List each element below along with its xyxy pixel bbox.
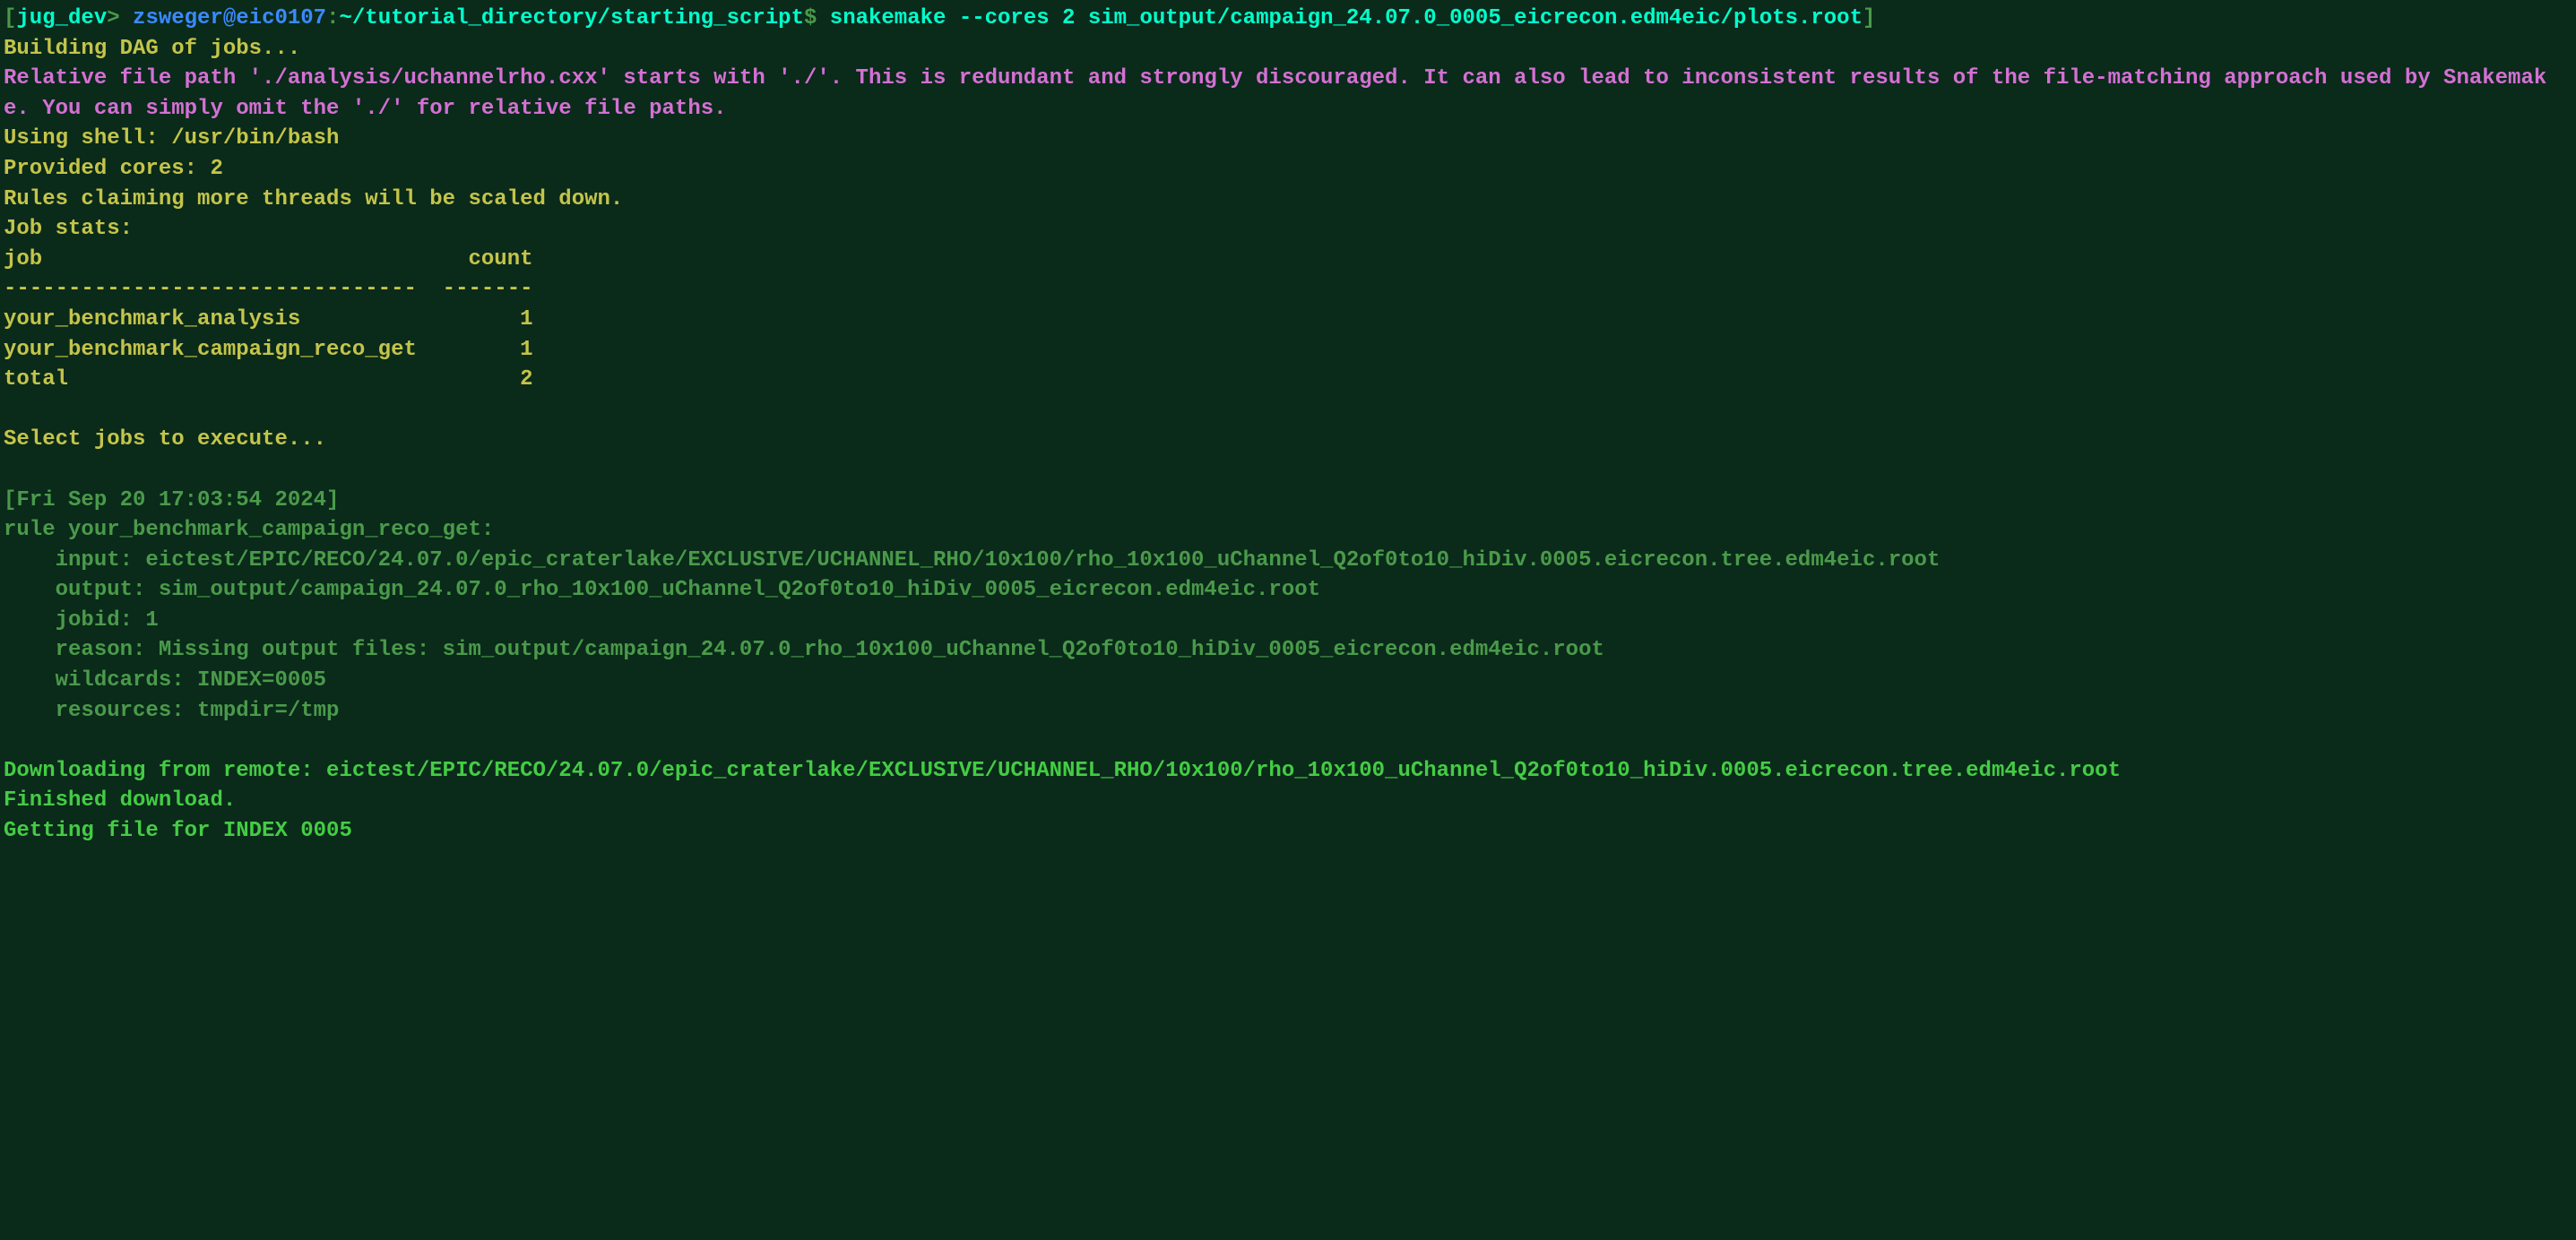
rule-reason: reason: Missing output files: sim_output… (4, 638, 1604, 662)
rule-line: rule your_benchmark_campaign_reco_get: (4, 518, 494, 542)
rule-wildcards: wildcards: INDEX=0005 (4, 668, 326, 693)
prompt-host: jug_dev (16, 6, 107, 30)
prompt-path: ~/tutorial_directory/starting_script (340, 6, 804, 30)
prompt-user-host: zsweger@eic0107 (133, 6, 326, 30)
table-row: your_benchmark_campaign_reco_get 1 (4, 338, 533, 362)
timestamp-line: [Fri Sep 20 17:03:54 2024] (4, 488, 339, 512)
rule-input: input: eictest/EPIC/RECO/24.07.0/epic_cr… (4, 548, 1940, 573)
output-line: Job stats: (4, 217, 133, 241)
prompt-bracket: [ (4, 6, 16, 30)
prompt-separator: > (107, 6, 133, 30)
command-input[interactable]: snakemake --cores 2 sim_output/campaign_… (830, 6, 1863, 30)
table-row: total 2 (4, 367, 533, 392)
prompt-dollar: $ (804, 6, 830, 30)
warning-line: Relative file path './analysis/uchannelr… (4, 66, 2546, 121)
table-header: job count (4, 247, 533, 271)
table-row: your_benchmark_analysis 1 (4, 307, 533, 332)
output-line: Select jobs to execute... (4, 427, 326, 452)
rule-output: output: sim_output/campaign_24.07.0_rho_… (4, 578, 1320, 602)
terminal-output: [jug_dev> zsweger@eic0107:~/tutorial_dir… (4, 4, 2572, 847)
table-divider: -------------------------------- ------- (4, 277, 533, 301)
download-line: Downloading from remote: eictest/EPIC/RE… (4, 759, 2121, 783)
output-line: Rules claiming more threads will be scal… (4, 187, 623, 211)
rule-resources: resources: tmpdir=/tmp (4, 699, 339, 723)
output-line: Building DAG of jobs... (4, 37, 300, 61)
download-finished: Finished download. (4, 788, 236, 813)
output-line: Provided cores: 2 (4, 157, 223, 181)
getting-file: Getting file for INDEX 0005 (4, 819, 352, 843)
output-line: Using shell: /usr/bin/bash (4, 126, 339, 151)
rule-jobid: jobid: 1 (4, 608, 159, 633)
